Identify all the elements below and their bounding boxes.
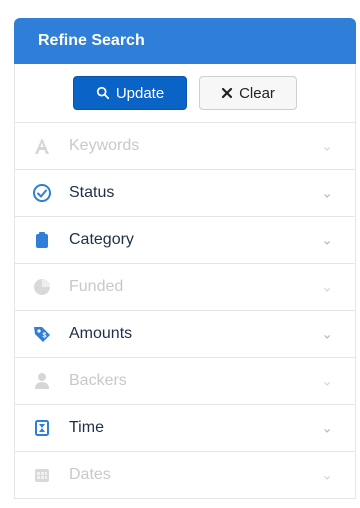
chevron-down-icon: ⌄ — [321, 231, 333, 248]
clear-button[interactable]: Clear — [199, 76, 297, 110]
chevron-down-icon: ⌄ — [321, 419, 333, 436]
search-icon — [96, 86, 110, 100]
filter-amounts[interactable]: $ Amounts ⌄ — [15, 310, 355, 357]
chevron-down-icon: ⌄ — [321, 278, 333, 295]
refine-search-panel: Refine Search Update Clear Keywords ⌄ St… — [14, 18, 356, 504]
tag-icon: $ — [15, 323, 69, 345]
checkmark-circle-icon — [15, 183, 69, 203]
chevron-down-icon: ⌄ — [321, 184, 333, 201]
chevron-down-icon: ⌄ — [321, 137, 333, 154]
chevron-down-icon: ⌄ — [321, 372, 333, 389]
chevron-down-icon: ⌄ — [321, 325, 333, 342]
filter-time[interactable]: Time ⌄ — [15, 404, 355, 451]
filter-list: Keywords ⌄ Status ⌄ Category ⌄ Funded ⌄ … — [14, 122, 356, 499]
filter-label: Time — [69, 419, 104, 436]
filter-category[interactable]: Category ⌄ — [15, 216, 355, 263]
filter-dates[interactable]: Dates ⌄ — [15, 451, 355, 498]
filter-status[interactable]: Status ⌄ — [15, 169, 355, 216]
filter-label: Backers — [69, 372, 127, 389]
filter-keywords[interactable]: Keywords ⌄ — [15, 122, 355, 169]
filter-label: Category — [69, 231, 134, 248]
panel-title: Refine Search — [38, 32, 145, 49]
chevron-down-icon: ⌄ — [321, 466, 333, 483]
filter-label: Status — [69, 184, 115, 201]
letter-a-icon — [15, 136, 69, 156]
hourglass-icon — [15, 418, 69, 438]
update-button[interactable]: Update — [73, 76, 187, 110]
clipboard-icon — [15, 230, 69, 250]
close-icon — [221, 87, 233, 99]
filter-funded[interactable]: Funded ⌄ — [15, 263, 355, 310]
svg-text:$: $ — [43, 333, 47, 340]
calendar-icon — [15, 465, 69, 485]
filter-label: Keywords — [69, 137, 140, 154]
clear-label: Clear — [239, 84, 275, 102]
action-bar: Update Clear — [14, 64, 356, 122]
panel-header: Refine Search — [14, 18, 356, 64]
pie-icon — [15, 277, 69, 297]
filter-label: Dates — [69, 466, 111, 483]
person-icon — [15, 371, 69, 391]
filter-backers[interactable]: Backers ⌄ — [15, 357, 355, 404]
update-label: Update — [115, 84, 165, 102]
filter-label: Amounts — [69, 325, 133, 342]
filter-label: Funded — [69, 278, 124, 295]
